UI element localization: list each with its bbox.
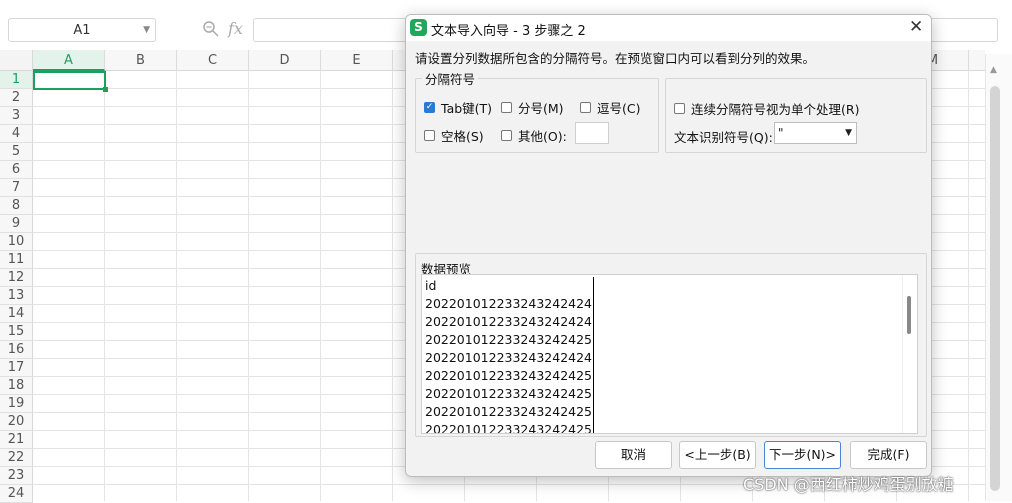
column-header[interactable]: C — [177, 50, 249, 71]
name-box[interactable]: A1 ▼ — [8, 18, 156, 42]
preview-line: 20220101223324324242​5 — [425, 386, 593, 401]
close-icon[interactable]: ✕ — [909, 17, 923, 37]
next-button[interactable]: 下一步(N)> — [764, 441, 841, 469]
space-checkbox-label: 空格(S) — [441, 129, 484, 144]
row-header[interactable]: 17 — [0, 359, 33, 377]
text-qualifier-select[interactable]: " ▼ — [774, 122, 857, 144]
row-header[interactable]: 7 — [0, 179, 33, 197]
row-header[interactable]: 24 — [0, 485, 33, 503]
preview-line: 20220101223324324242​5 — [425, 332, 593, 347]
consecutive-delimiters-label: 连续分隔符号视为单个处理(R) — [691, 102, 860, 117]
row-header[interactable]: 4 — [0, 125, 33, 143]
preview-column[interactable]: id 20220101223324324242​4 2022010122332432… — [425, 277, 594, 433]
row-header[interactable]: 22 — [0, 449, 33, 467]
row-header[interactable]: 20 — [0, 413, 33, 431]
row-header[interactable]: 2 — [0, 89, 33, 107]
row-header[interactable]: 18 — [0, 377, 33, 395]
zoom-icon[interactable] — [202, 20, 220, 38]
column-header[interactable]: B — [105, 50, 177, 71]
back-button[interactable]: <上一步(B) — [679, 441, 756, 469]
scroll-up-icon[interactable]: ▲ — [990, 65, 997, 75]
semicolon-checkbox[interactable]: 分号(M) — [501, 98, 564, 117]
tab-checkbox[interactable]: ✓ Tab键(T) — [424, 98, 492, 117]
semicolon-checkbox-label: 分号(M) — [518, 101, 564, 116]
preview-line: 20220101223324324242​4 — [425, 296, 593, 311]
column-header[interactable]: A — [33, 50, 105, 71]
data-preview-pane[interactable]: id 20220101223324324242​4 2022010122332432… — [421, 274, 918, 434]
checkbox-box[interactable] — [674, 103, 685, 114]
column-header[interactable]: D — [249, 50, 321, 71]
cancel-button[interactable]: 取消 — [595, 441, 672, 469]
chevron-down-icon[interactable]: ▼ — [845, 123, 852, 143]
row-header[interactable]: 23 — [0, 467, 33, 485]
finish-button[interactable]: 完成(F) — [850, 441, 927, 469]
row-header[interactable]: 9 — [0, 215, 33, 233]
column-header[interactable]: E — [321, 50, 393, 71]
dialog-title: 文本导入向导 - 3 步骤之 2 — [431, 24, 586, 39]
row-header[interactable]: 16 — [0, 341, 33, 359]
preview-line: 20220101223324324242​5 — [425, 422, 593, 434]
space-checkbox[interactable]: 空格(S) — [424, 126, 484, 145]
other-checkbox[interactable]: 其他(O): — [501, 126, 567, 145]
preview-line: id — [425, 278, 437, 293]
row-header[interactable]: 10 — [0, 233, 33, 251]
text-qualifier-label: 文本识别符号(Q): — [674, 130, 773, 145]
comma-checkbox[interactable]: 逗号(C) — [580, 98, 640, 117]
row-header[interactable]: 1 — [0, 71, 33, 89]
row-header[interactable]: 8 — [0, 197, 33, 215]
row-header[interactable]: 13 — [0, 287, 33, 305]
row-header[interactable]: 12 — [0, 269, 33, 287]
checkbox-box[interactable] — [580, 102, 591, 113]
cell-reference: A1 — [73, 22, 91, 38]
fx-icon[interactable]: fx — [228, 19, 243, 38]
comma-checkbox-label: 逗号(C) — [597, 101, 641, 116]
tab-checkbox-label: Tab键(T) — [441, 101, 493, 116]
other-delimiter-input[interactable] — [575, 122, 609, 144]
watermark-text: CSDN @西红柿炒鸡蛋别放糖 — [743, 475, 954, 494]
row-header[interactable]: 5 — [0, 143, 33, 161]
row-header[interactable]: 15 — [0, 323, 33, 341]
consecutive-delimiters-checkbox[interactable]: 连续分隔符号视为单个处理(R) — [674, 99, 859, 118]
checkbox-box[interactable] — [501, 102, 512, 113]
checkbox-box[interactable] — [501, 130, 512, 141]
text-import-wizard-dialog: S 文本导入向导 - 3 步骤之 2 ✕ 请设置分列数据所包含的分隔符号。在预览… — [405, 14, 932, 477]
preview-scroll-thumb[interactable] — [907, 296, 911, 334]
checkbox-box[interactable] — [424, 130, 435, 141]
row-header[interactable]: 3 — [0, 107, 33, 125]
dialog-instruction: 请设置分列数据所包含的分隔符号。在预览窗口内可以看到分列的效果。 — [415, 51, 816, 66]
preview-line: 20220101223324324242​5 — [425, 368, 593, 383]
preview-line: 20220101223324324242​4 — [425, 350, 593, 365]
sheet-scroll-thumb[interactable] — [990, 86, 1000, 491]
row-header[interactable]: 21 — [0, 431, 33, 449]
chevron-down-icon[interactable]: ▼ — [143, 25, 150, 35]
select-all-corner[interactable] — [0, 50, 33, 71]
text-qualifier-value: " — [778, 126, 784, 140]
delimiters-legend: 分隔符号 — [425, 72, 476, 87]
row-header[interactable]: 11 — [0, 251, 33, 269]
row-header[interactable]: 14 — [0, 305, 33, 323]
checkmark-icon[interactable]: ✓ — [424, 102, 435, 113]
row-header[interactable]: 19 — [0, 395, 33, 413]
other-checkbox-label: 其他(O): — [518, 129, 567, 144]
preview-line: 20220101223324324242​5 — [425, 404, 593, 419]
row-header[interactable]: 6 — [0, 161, 33, 179]
app-logo-icon: S — [410, 19, 427, 36]
preview-line: 20220101223324324242​4 — [425, 314, 593, 329]
active-cell-a1[interactable] — [33, 71, 108, 92]
